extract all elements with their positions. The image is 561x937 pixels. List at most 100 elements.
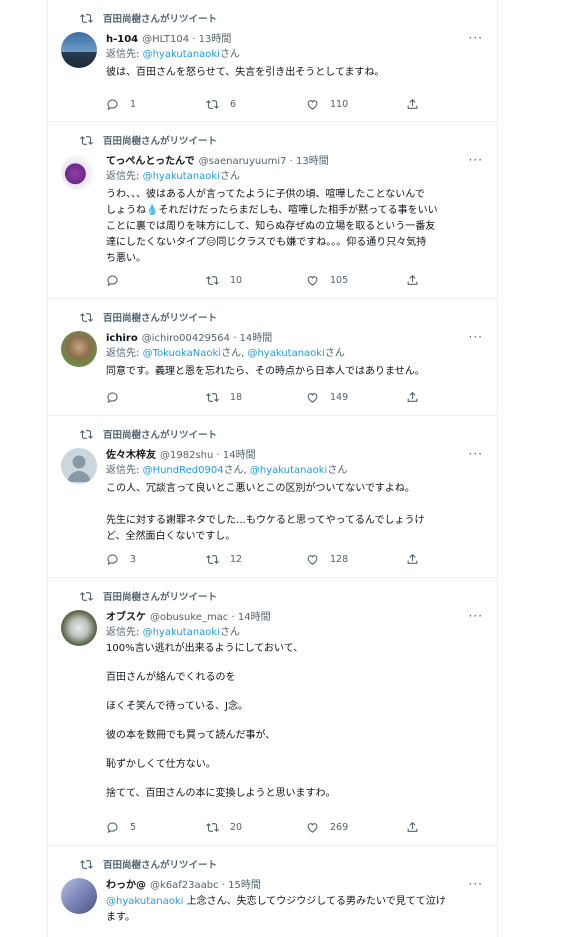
share-button[interactable] [406,98,430,111]
reply-button[interactable]: 5 [106,821,206,834]
handle-time: @1982shu · 14時間 [160,450,256,461]
like-button[interactable]: 110 [306,98,406,111]
tweet-text: うわ、、、彼はある人が言ってたように子供の頃、喧嘩したことないんで しょうね💧そ… [106,187,483,267]
action-bar: 5 20 269 [106,821,430,834]
reply-suffix: さん, [221,348,248,359]
display-name[interactable]: 佐々木梓友 [106,449,156,463]
heart-icon [307,100,318,110]
display-name[interactable]: わっか@ [106,879,146,893]
like-button[interactable]: 149 [306,391,406,404]
retweet-icon [206,276,219,285]
tweet-line: 100%言い逃れが出来るようにしておいて、 [106,643,304,654]
heart-icon [307,276,318,286]
retweet-icon [206,393,219,402]
retweet-count: 20 [230,822,243,833]
reply-link[interactable]: @hyakutanaoki [143,49,220,60]
tweet-card[interactable]: 百田尚樹さんがリツイート ··· ichiro @ichiro00429564 ·… [48,299,497,416]
tweet-line: ことに裏では周りを味方にして、知らぬ存ぜぬの立場を取るという一番友 [106,221,436,232]
tweet-text: 彼は、百田さんを怒らせて、失言を引き出そうとしてますね。 [106,65,483,81]
reply-link[interactable]: @hyakutanaoki [143,171,220,182]
reply-button[interactable] [106,391,206,404]
share-icon [407,821,418,832]
tweet-line: 捨てて、百田さんの本に変換しようと思いますわ。 [106,788,336,799]
tweet-line: 達にしたくないタイプ😑同じクラスでも嫌ですね。。。仰る通り只々気持 [106,237,427,248]
reply-icon [107,275,118,287]
reply-link[interactable]: @hyakutanaoki [247,348,324,359]
reply-link[interactable]: @hyakutanaoki [143,627,220,638]
retweet-label: 百田尚樹さんがリツイート [103,592,218,603]
default-avatar-icon [67,455,91,482]
display-name[interactable]: オブスケ [106,611,146,625]
share-button[interactable] [406,391,430,404]
heart-icon [307,555,318,565]
avatar[interactable] [61,331,97,367]
like-button[interactable]: 105 [306,274,406,287]
retweet-header: 百田尚樹さんがリツイート [80,133,217,147]
retweet-button[interactable]: 18 [206,391,306,404]
reply-suffix: さん [219,49,240,60]
reply-count: 5 [130,822,137,833]
share-button[interactable] [406,553,430,566]
tweet-card[interactable]: 百田尚樹さんがリツイート ··· 佐々木梓友 @1982shu · 14時間 返信… [48,416,497,578]
tweet-line: @hyakutanaoki 上念さん、失恋してウジウジしてる男みたいで見てて泣け [106,894,483,910]
action-bar: 10 105 [106,274,430,287]
tweet-text: @hyakutanaoki 上念さん、失恋してウジウジしてる男みたいで見てて泣け… [106,894,483,926]
like-count: 105 [330,275,349,286]
like-button[interactable]: 269 [306,821,406,834]
display-name[interactable]: てっぺんとったんで [106,155,195,169]
retweet-count: 6 [230,99,237,110]
retweet-icon [80,591,93,601]
retweet-button[interactable]: 6 [206,98,306,111]
retweet-icon [80,13,93,23]
share-button[interactable] [406,821,430,834]
reply-button[interactable]: 1 [106,98,206,111]
reply-link[interactable]: @TokuokaNaoki [143,348,222,359]
mention-link[interactable]: @hyakutanaoki [106,896,183,907]
reply-link[interactable]: @HundRed0904 [143,465,224,476]
tweet-card[interactable]: 百田尚樹さんがリツイート ··· てっぺんとったんで @saenaruyuumi7… [48,122,497,299]
retweet-label: 百田尚樹さんがリツイート [103,860,218,871]
retweet-header: 百田尚樹さんがリツイート [80,310,217,324]
like-count: 128 [330,554,349,565]
tweet-card[interactable]: 百田尚樹さんがリツイート ··· h-104 @HLT104 · 13時間 返信先… [48,0,497,122]
retweet-button[interactable]: 12 [206,553,306,566]
reply-to: 返信先: @TokuokaNaokiさん, @hyakutanaokiさん [106,346,483,362]
retweet-label: 百田尚樹さんがリツイート [103,313,218,324]
display-name[interactable]: ichiro [106,332,138,346]
reply-icon [107,392,118,404]
reply-button[interactable] [106,274,206,287]
reply-link[interactable]: @hyakutanaoki [250,465,327,476]
retweet-button[interactable]: 10 [206,274,306,287]
avatar[interactable] [61,610,97,646]
retweet-icon [80,429,93,439]
tweet-line-text: 上念さん、失恋してウジウジしてる男みたいで見てて泣け [183,896,446,907]
retweet-icon [80,135,93,145]
like-button[interactable]: 128 [306,553,406,566]
action-bar: 18 149 [106,391,430,404]
avatar[interactable] [61,154,97,190]
tweet-text: 100%言い逃れが出来るようにしておいて、 百田さんが絡んでくれるのを ほくそ笑… [106,642,483,802]
tweet-line: この人、冗談言って良いとこ悪いとこの区別がついてないですよね。 [106,483,415,494]
tweet-line: うわ、、、彼はある人が言ってたように子供の頃、喧嘩したことないんで [106,189,425,200]
avatar[interactable] [61,448,97,484]
retweet-icon [206,100,219,109]
reply-button[interactable]: 3 [106,553,206,566]
tweet-card[interactable]: 百田尚樹さんがリツイート ··· わっか@ @k6af23aabc · 15時間 … [48,846,497,937]
reply-icon [107,99,118,111]
reply-to: 返信先: @hyakutanaokiさん [106,625,483,641]
avatar[interactable] [61,32,97,68]
like-count: 149 [330,392,349,403]
share-button[interactable] [406,274,430,287]
retweet-header: 百田尚樹さんがリツイート [80,11,217,25]
share-icon [407,98,418,109]
heart-icon [307,393,318,403]
avatar[interactable] [61,878,97,914]
reply-icon [107,822,118,834]
display-name[interactable]: h-104 [106,33,138,47]
retweet-count: 18 [230,392,243,403]
handle-time: @saenaruyuumi7 · 13時間 [198,156,329,167]
tweet-card[interactable]: 百田尚樹さんがリツイート ··· オブスケ @obusuke_mac · 14時間… [48,578,497,846]
tweet-line: 同意です。義理と恩を忘れたら、その時点から日本人ではありません。 [106,366,425,377]
retweet-button[interactable]: 20 [206,821,306,834]
tweet-line: しょうね💧それだけだったらまだしも、喧嘩した相手が黙ってる事をいい [106,205,438,216]
